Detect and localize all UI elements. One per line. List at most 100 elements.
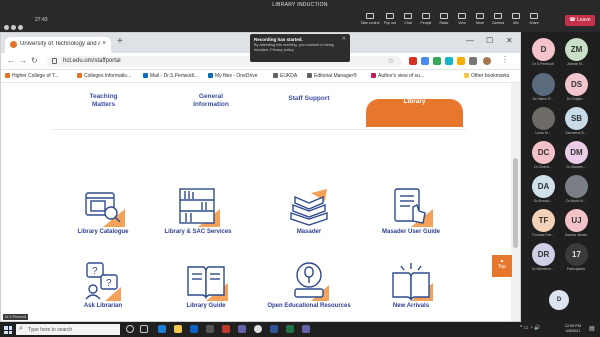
reload-icon[interactable]: ↻ [31, 56, 38, 65]
self-avatar[interactable]: D [549, 290, 569, 310]
meeting-avatars [4, 17, 34, 30]
file-explorer-icon[interactable] [174, 325, 182, 333]
tile-masader[interactable]: Masader [254, 187, 364, 235]
task-view-icon[interactable] [140, 325, 148, 333]
app-icon[interactable] [222, 325, 230, 333]
raise-hand-button[interactable]: Raise [434, 13, 454, 25]
tile-label: Library Guide [186, 303, 226, 309]
tab-staff-support[interactable]: Staff Support [269, 95, 349, 123]
cortana-icon[interactable] [126, 325, 134, 333]
people-button[interactable]: People [416, 13, 436, 25]
profile-avatar[interactable] [483, 57, 491, 65]
participant-avatar[interactable] [532, 107, 555, 130]
participant-name: Dr.S.Periwodi [532, 62, 554, 66]
browser-tab[interactable]: University of Technology and Ap... × [5, 37, 111, 53]
bookmark-item[interactable]: Mail - Dr.S.Periwodi... [143, 73, 198, 79]
taskbar-clock[interactable]: 12:06 PM 4/5/2021 [560, 324, 586, 334]
menu-icon[interactable]: ⋮ [501, 55, 509, 64]
participant-avatar[interactable]: ZM [565, 38, 588, 61]
tile-label: Masader User Guide [381, 229, 441, 235]
maximize-icon[interactable]: ☐ [486, 36, 493, 45]
participant-name: Dr.Chand... [534, 165, 552, 169]
extension-icon[interactable] [409, 57, 417, 65]
participant-avatar[interactable]: DA [532, 175, 555, 198]
participants-label: Participants [566, 267, 586, 271]
bookmark-item[interactable]: Editorial Manager® [307, 73, 357, 79]
close-tab-icon[interactable]: × [102, 40, 106, 47]
participant-avatar[interactable]: D [532, 38, 555, 61]
tile-masader-user-guide[interactable]: Masader User Guide [356, 187, 466, 235]
bookmark-favicon-icon [143, 73, 148, 78]
forward-icon[interactable]: → [19, 56, 27, 65]
teams-icon[interactable] [302, 325, 310, 333]
tile-ask-librarian[interactable]: ? ? Ask Librarian [48, 261, 158, 309]
bookmark-item[interactable]: Author's view of su... [371, 73, 424, 79]
tab-library[interactable]: Library [366, 98, 463, 126]
view-button[interactable]: View [452, 13, 472, 25]
close-window-icon[interactable]: ✕ [506, 36, 513, 45]
participant-name: Dr.Abdul N... [566, 199, 586, 203]
participant-avatar[interactable] [565, 175, 588, 198]
participant-avatar[interactable]: UJ [565, 209, 588, 232]
excel-icon[interactable] [286, 325, 294, 333]
participant-avatar[interactable]: DC [532, 141, 555, 164]
tile-label: Ask Librarian [83, 303, 123, 309]
bookmark-item[interactable]: Higher College of T... [5, 73, 59, 79]
page-scrollbar[interactable] [511, 83, 520, 321]
participant-count[interactable]: 17 [565, 243, 588, 266]
scroll-thumb[interactable] [513, 158, 518, 248]
tile-open-educational-resources[interactable]: Open Educational Resources [254, 261, 364, 309]
teams-meeting-bar: LIBRARY INDUCTION 27:43 Take control Pop… [0, 0, 600, 32]
tile-new-arrivals[interactable]: New Arrivals [356, 261, 466, 309]
tile-library-sac-services[interactable]: Library & SAC Services [143, 187, 253, 235]
tile-library-guide[interactable]: Library Guide [151, 261, 261, 309]
system-tray-icons[interactable]: ^ ▭ ◔ 🔊 [520, 325, 540, 331]
camera-button[interactable]: Camera [488, 13, 508, 25]
extension-icon[interactable] [433, 57, 441, 65]
new-tab-button[interactable]: + [117, 37, 123, 47]
close-icon[interactable]: ✕ [342, 36, 346, 42]
extension-icon[interactable] [457, 57, 465, 65]
store-icon[interactable] [206, 325, 214, 333]
star-icon[interactable]: ☆ [388, 57, 394, 65]
taskbar-search[interactable]: ⌕ Type here to search [16, 324, 120, 335]
mic-button[interactable]: Mic [506, 13, 526, 25]
leave-button[interactable]: ☎ Leave [565, 15, 595, 26]
chat-button[interactable]: Chat [398, 13, 418, 25]
back-icon[interactable]: ← [7, 56, 15, 65]
take-control-button[interactable]: Take control [360, 13, 380, 25]
svg-text:?: ? [92, 266, 98, 277]
notifications-icon[interactable]: ▤ [589, 325, 595, 332]
participant-avatar[interactable]: SB [565, 107, 588, 130]
minimize-icon[interactable]: — [466, 36, 474, 45]
extension-icon[interactable] [445, 57, 453, 65]
mail-icon[interactable] [190, 325, 198, 333]
meeting-title: LIBRARY INDUCTION [272, 2, 328, 8]
participant-avatar[interactable] [532, 73, 555, 96]
bookmark-item[interactable]: EUKDA [273, 73, 297, 79]
other-bookmarks[interactable]: Other bookmarks [464, 73, 509, 79]
bookmark-item[interactable]: Colleges Informatio... [77, 73, 131, 79]
chrome-icon[interactable] [254, 325, 262, 333]
participant-avatar[interactable]: DS [565, 73, 588, 96]
extension-icon[interactable] [421, 57, 429, 65]
participant-avatar[interactable]: DM [565, 141, 588, 164]
word-icon[interactable] [270, 325, 278, 333]
back-to-top-button[interactable]: ▲ Top [492, 255, 512, 277]
participant-name: Umar M... [535, 131, 551, 135]
windows-start-icon[interactable] [4, 326, 12, 334]
participant-avatar[interactable]: DR [532, 243, 555, 266]
puzzle-icon[interactable] [469, 57, 477, 65]
edge-icon[interactable] [158, 325, 166, 333]
tile-library-catalogue[interactable]: Library Catalogue [48, 187, 158, 235]
pop-out-button[interactable]: Pop out [380, 13, 400, 25]
more-button[interactable]: More [470, 13, 490, 25]
bookmark-favicon-icon [371, 73, 376, 78]
more-icon [476, 13, 484, 19]
share-button[interactable]: Share [524, 13, 544, 25]
bookmark-item[interactable]: My files - OneDrive [208, 73, 258, 79]
participant-avatar[interactable]: TF [532, 209, 555, 232]
tab-teaching-matters[interactable]: Teaching Matters [66, 93, 141, 121]
tab-general-information[interactable]: General Information [171, 93, 251, 121]
teams-icon[interactable] [238, 325, 246, 333]
